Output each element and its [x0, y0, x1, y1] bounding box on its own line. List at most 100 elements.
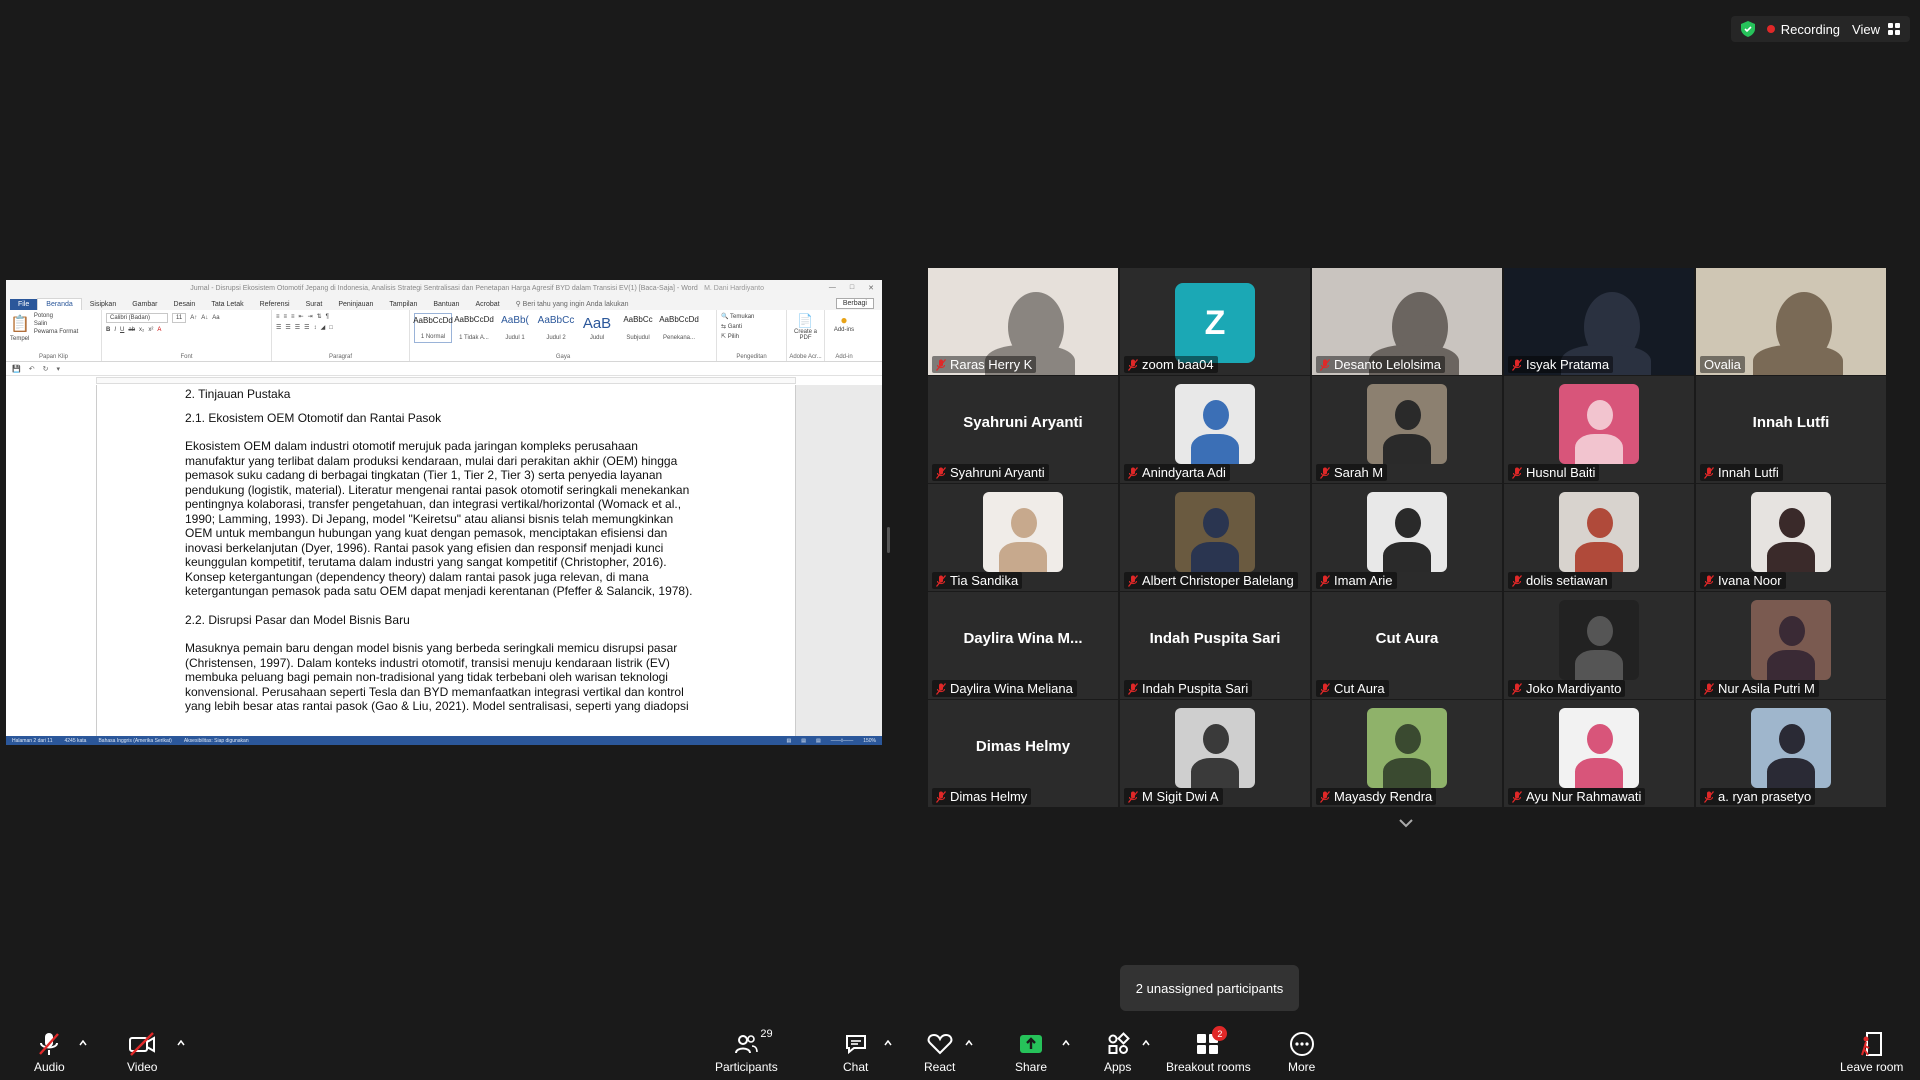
- create-pdf-icon[interactable]: 📄: [791, 313, 820, 329]
- participant-tile[interactable]: Cut Aura Cut Aura: [1312, 592, 1502, 699]
- paste-icon[interactable]: 📋: [10, 314, 30, 334]
- tab-gambar[interactable]: Gambar: [124, 299, 165, 310]
- chat-options-caret-icon[interactable]: [884, 1040, 892, 1046]
- format-painter-button[interactable]: Pewarna Format: [34, 329, 78, 335]
- more-button[interactable]: More: [1288, 1030, 1315, 1074]
- align-center-icon[interactable]: ☰: [285, 324, 290, 331]
- tab-sisipkan[interactable]: Sisipkan: [82, 299, 124, 310]
- tab-referensi[interactable]: Referensi: [252, 299, 298, 310]
- create-pdf-label[interactable]: Create a PDF: [791, 329, 820, 341]
- participant-tile[interactable]: Ovalia: [1696, 268, 1886, 375]
- share-button[interactable]: Berbagi: [835, 298, 874, 309]
- leave-room-button[interactable]: Leave room: [1840, 1030, 1903, 1074]
- document-area[interactable]: 2. Tinjauan Pustaka 2.1. Ekosistem OEM O…: [6, 385, 882, 736]
- line-spacing-icon[interactable]: ↕: [314, 325, 317, 331]
- video-options-caret-icon[interactable]: [177, 1040, 185, 1046]
- paste-label[interactable]: Tempel: [10, 336, 29, 342]
- strikethrough-icon[interactable]: ab: [128, 327, 135, 333]
- print-layout-icon[interactable]: ▤: [801, 738, 806, 744]
- change-case-icon[interactable]: Aa: [212, 315, 219, 321]
- pilcrow-icon[interactable]: ¶: [326, 314, 329, 320]
- style-item[interactable]: AaBb(Judul 1: [496, 313, 534, 343]
- font-size-select[interactable]: 11: [172, 313, 187, 323]
- addins-icon[interactable]: ●: [829, 313, 859, 327]
- font-color-icon[interactable]: A: [157, 327, 161, 333]
- participants-button[interactable]: 29 Participants: [715, 1028, 778, 1074]
- split-view-divider[interactable]: [887, 527, 890, 553]
- subscript-icon[interactable]: x₂: [139, 327, 144, 333]
- audio-button[interactable]: Audio: [34, 1030, 65, 1074]
- shrink-font-icon[interactable]: A↓: [201, 315, 208, 321]
- page-count[interactable]: Halaman 2 dari 11: [12, 738, 53, 744]
- participant-tile[interactable]: Ayu Nur Rahmawati: [1504, 700, 1694, 807]
- participant-tile[interactable]: Indah Puspita Sari Indah Puspita Sari: [1120, 592, 1310, 699]
- multilevel-icon[interactable]: ≡: [291, 314, 295, 320]
- participant-tile[interactable]: Raras Herry K: [928, 268, 1118, 375]
- align-right-icon[interactable]: ☰: [295, 324, 300, 331]
- decrease-indent-icon[interactable]: ⇤: [299, 313, 304, 320]
- tab-peninjauan[interactable]: Peninjauan: [330, 299, 381, 310]
- font-name-select[interactable]: Calibri (Badan): [106, 313, 168, 323]
- zoom-level[interactable]: 150%: [863, 738, 876, 744]
- word-count[interactable]: 4245 kata: [65, 738, 87, 744]
- style-item[interactable]: AaBbCcDd 1 Normal: [413, 313, 453, 343]
- tab-acrobat[interactable]: Acrobat: [467, 299, 507, 310]
- numbering-icon[interactable]: ≡: [284, 314, 288, 320]
- borders-icon[interactable]: □: [329, 325, 333, 331]
- chat-button[interactable]: Chat: [843, 1030, 868, 1074]
- tab-surat[interactable]: Surat: [298, 299, 331, 310]
- increase-indent-icon[interactable]: ⇥: [308, 313, 313, 320]
- tell-me-search[interactable]: ⚲ Beri tahu yang ingin Anda lakukan: [508, 298, 637, 310]
- recording-indicator[interactable]: Recording: [1766, 22, 1840, 37]
- apps-button[interactable]: Apps: [1104, 1030, 1131, 1074]
- bullets-icon[interactable]: ≡: [276, 314, 280, 320]
- participant-tile[interactable]: Anindyarta Adi: [1120, 376, 1310, 483]
- participant-tile[interactable]: Joko Mardiyanto: [1504, 592, 1694, 699]
- share-options-caret-icon[interactable]: [1062, 1040, 1070, 1046]
- participant-tile[interactable]: Albert Christoper Balelang: [1120, 484, 1310, 591]
- style-item[interactable]: AaB Judul: [578, 313, 616, 343]
- read-mode-icon[interactable]: ▤: [787, 738, 792, 744]
- superscript-icon[interactable]: x²: [148, 327, 153, 333]
- participant-tile[interactable]: Isyak Pratama: [1504, 268, 1694, 375]
- tab-tampilan[interactable]: Tampilan: [381, 299, 425, 310]
- find-button[interactable]: 🔍 Temukan: [721, 313, 782, 320]
- document-page[interactable]: 2. Tinjauan Pustaka 2.1. Ekosistem OEM O…: [96, 385, 796, 736]
- replace-button[interactable]: ⇆ Ganti: [721, 323, 782, 330]
- shading-icon[interactable]: ◢: [321, 324, 326, 331]
- style-item[interactable]: AaBbCc Judul 2: [537, 313, 575, 343]
- participant-tile[interactable]: Zzoom baa04: [1120, 268, 1310, 375]
- participant-tile[interactable]: Innah Lutfi Innah Lutfi: [1696, 376, 1886, 483]
- shared-screen-word-document[interactable]: Jurnal - Disrupsi Ekosistem Otomotif Jep…: [6, 280, 882, 745]
- customize-icon[interactable]: ▾: [56, 365, 60, 373]
- participant-tile[interactable]: Desanto Lelolsima: [1312, 268, 1502, 375]
- underline-icon[interactable]: U: [120, 327, 124, 333]
- minimize-icon[interactable]: —: [829, 284, 836, 292]
- view-button[interactable]: View: [1852, 22, 1900, 37]
- participant-tile[interactable]: dolis setiawan: [1504, 484, 1694, 591]
- participant-tile[interactable]: Sarah M: [1312, 376, 1502, 483]
- tab-beranda[interactable]: Beranda: [37, 298, 82, 310]
- participant-tile[interactable]: Dimas Helmy Dimas Helmy: [928, 700, 1118, 807]
- participant-tile[interactable]: Mayasdy Rendra: [1312, 700, 1502, 807]
- style-item[interactable]: AaBbCcDd Penekana...: [659, 313, 699, 343]
- align-left-icon[interactable]: ☰: [276, 324, 281, 331]
- participant-tile[interactable]: Daylira Wina M... Daylira Wina Meliana: [928, 592, 1118, 699]
- select-button[interactable]: ⇱ Pilih: [721, 333, 782, 340]
- language[interactable]: Bahasa Inggris (Amerika Serikat): [98, 738, 171, 744]
- accessibility-status[interactable]: Aksesibilitas: Siap digunakan: [184, 738, 249, 744]
- participant-tile[interactable]: Imam Arie: [1312, 484, 1502, 591]
- close-icon[interactable]: ✕: [868, 284, 874, 292]
- undo-icon[interactable]: ↶: [29, 365, 35, 373]
- video-button[interactable]: Video: [127, 1030, 157, 1074]
- zoom-slider[interactable]: ——◊——: [831, 738, 853, 744]
- grow-font-icon[interactable]: A↑: [190, 315, 197, 321]
- redo-icon[interactable]: ↻: [43, 365, 49, 373]
- participant-tile[interactable]: Husnul Baiti: [1504, 376, 1694, 483]
- restore-icon[interactable]: □: [850, 284, 854, 292]
- addins-label[interactable]: Add-ins: [829, 327, 859, 333]
- copy-button[interactable]: Salin: [34, 321, 78, 327]
- cut-button[interactable]: Potong: [34, 313, 78, 319]
- react-button[interactable]: React: [924, 1030, 955, 1074]
- participant-tile[interactable]: Ivana Noor: [1696, 484, 1886, 591]
